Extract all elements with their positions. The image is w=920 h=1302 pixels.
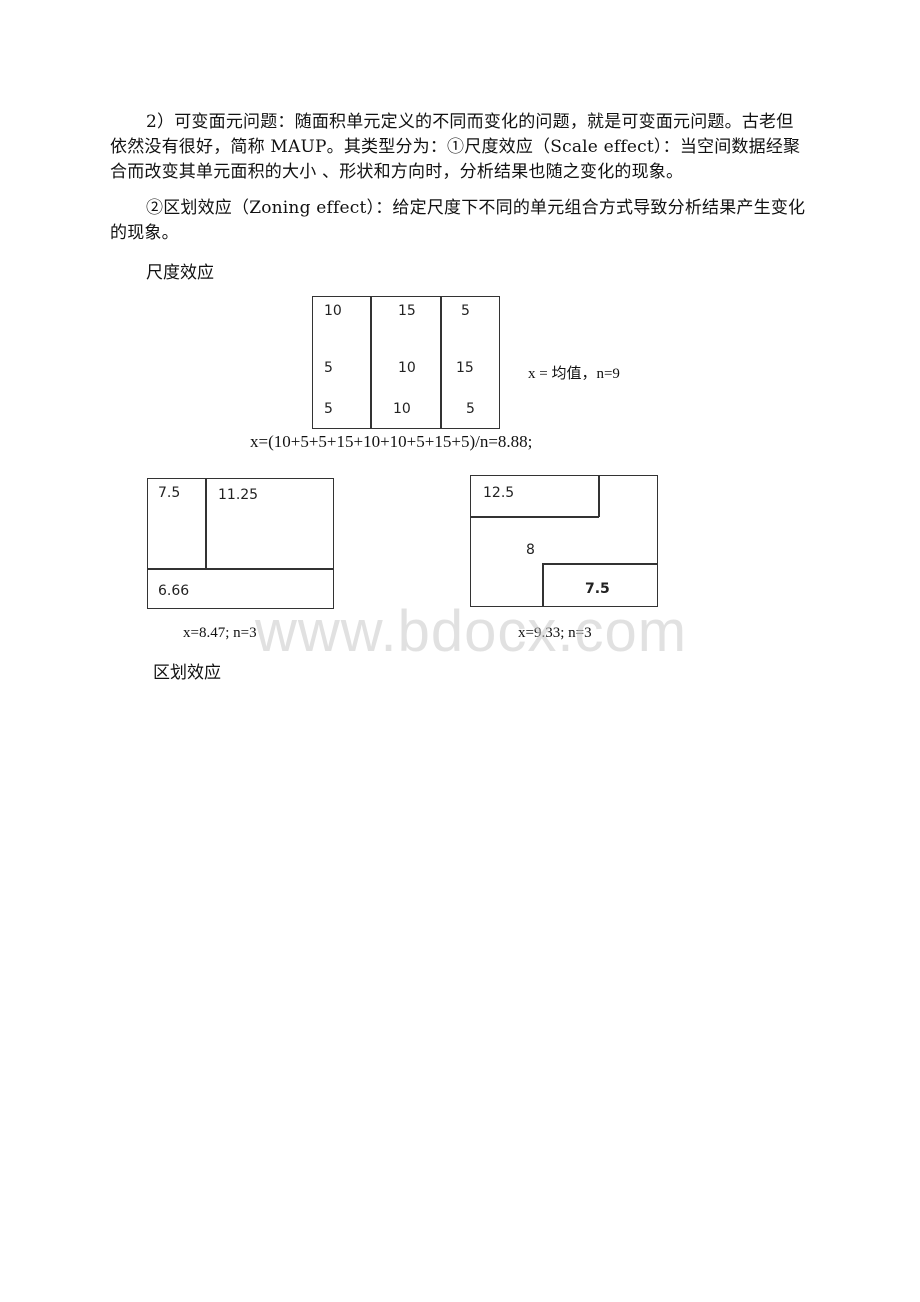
heading-zoning-effect: 区划效应: [153, 663, 221, 683]
zoning-right-bottom-hline: [542, 563, 657, 565]
grid-cell: 5: [324, 401, 333, 417]
zoning-cell: 7.5: [158, 485, 181, 501]
zoning-cell: 7.5: [585, 581, 610, 597]
grid-cell: 10: [398, 360, 416, 376]
grid-cell: 5: [324, 360, 333, 376]
paragraph-zoning-effect: ②区划效应（Zoning effect）：给定尺度下不同的单元组合方式导致分析结…: [110, 198, 806, 243]
zoning-right-bottom-vline: [542, 563, 544, 607]
mean-formula: x=(10+5+5+15+10+10+5+15+5)/n=8.88;: [250, 432, 533, 451]
zoning-right-top-hline: [470, 516, 599, 518]
zoning-cell: 6.66: [158, 583, 190, 599]
grid-cell: 15: [456, 360, 474, 376]
zoning-right-top-vline: [598, 475, 600, 517]
paragraph-maup: 2）可变面元问题：随面积单元定义的不同而变化的问题，就是可变面元问题。古老但依然…: [110, 112, 801, 182]
zoning-left-caption: x=8.47; n=3: [183, 625, 257, 641]
heading-scale-effect: 尺度效应: [146, 263, 214, 283]
grid-cell: 5: [461, 303, 470, 319]
zoning-left-hdivider: [147, 568, 334, 570]
zoning-cell: 8: [526, 542, 535, 558]
zoning-right-caption: x=9.33; n=3: [518, 625, 592, 641]
zoning-left-vdivider: [205, 478, 207, 569]
grid-divider-1: [370, 296, 372, 429]
grid-cell: 5: [466, 401, 475, 417]
zoning-cell: 11.25: [218, 487, 259, 503]
grid-cell: 10: [324, 303, 342, 319]
grid-cell: 15: [398, 303, 416, 319]
grid-cell: 10: [393, 401, 411, 417]
mean-note: x = 均值，n=9: [528, 366, 620, 382]
zoning-cell: 12.5: [483, 485, 515, 501]
grid-divider-2: [440, 296, 442, 429]
